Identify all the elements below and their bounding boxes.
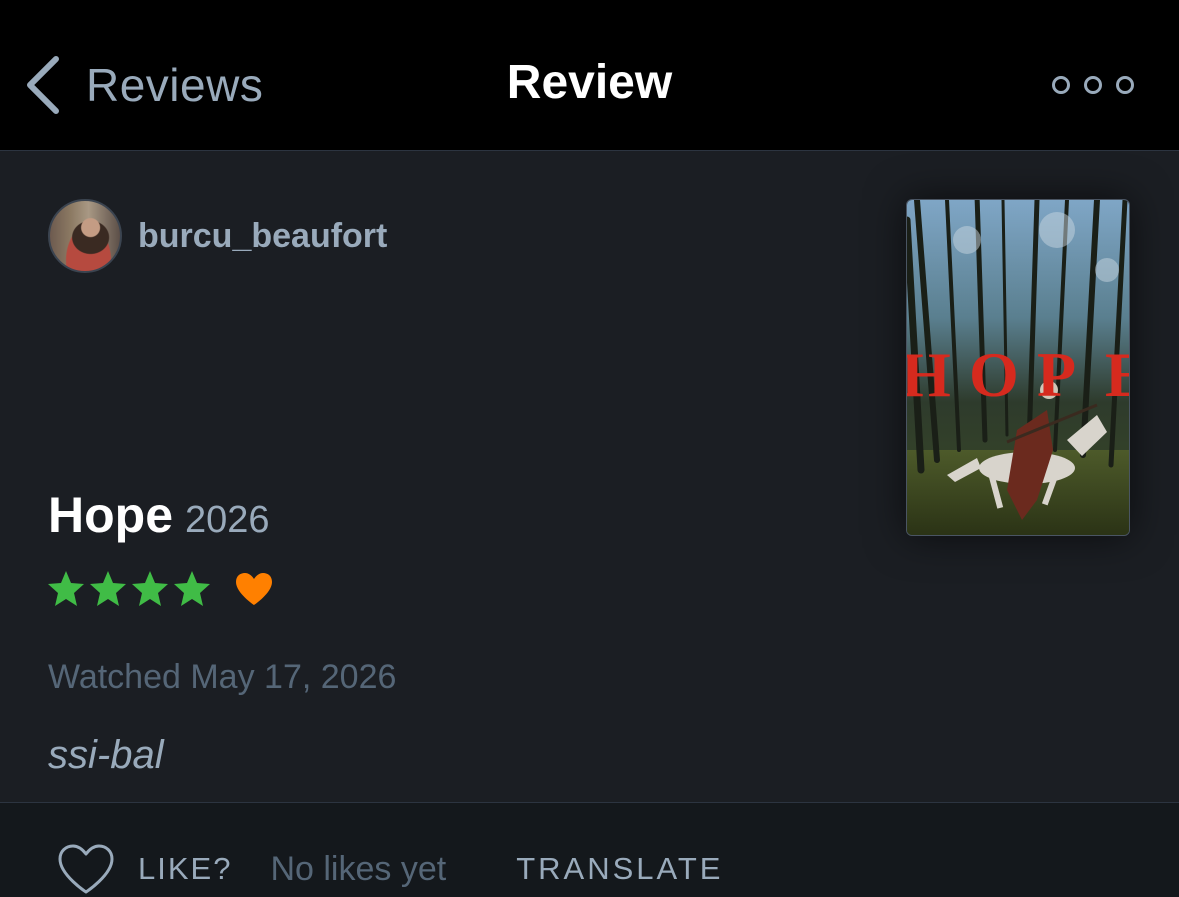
- navbar: Reviews Review: [0, 0, 1179, 151]
- poster-lettering-o: O: [969, 339, 1019, 410]
- dot-icon: [1116, 76, 1134, 94]
- liked-heart-icon: [236, 573, 272, 605]
- heart-outline-icon[interactable]: [56, 843, 116, 895]
- review-body: ssi-bal: [48, 733, 164, 777]
- avatar[interactable]: [48, 199, 122, 273]
- likes-count: No likes yet: [270, 849, 447, 888]
- like-button[interactable]: LIKE?: [138, 851, 232, 887]
- poster-lettering-h: H: [907, 339, 951, 410]
- star-icon: [132, 571, 168, 606]
- poster-lettering-p: P: [1037, 339, 1076, 410]
- poster-lettering-e: E: [1105, 339, 1130, 410]
- star-rating: [46, 569, 274, 609]
- review-content: burcu_beaufort Hope 2026 Watched May 17,…: [0, 151, 1179, 894]
- page-title: Review: [506, 56, 673, 109]
- star-icon: [48, 571, 84, 606]
- reviewer[interactable]: burcu_beaufort: [48, 199, 387, 273]
- film-poster[interactable]: H O P E: [906, 199, 1130, 536]
- dot-icon: [1052, 76, 1070, 94]
- film-title[interactable]: Hope: [48, 486, 173, 544]
- username[interactable]: burcu_beaufort: [138, 217, 387, 256]
- review-actions: LIKE? No likes yet TRANSLATE: [56, 841, 723, 897]
- more-options-icon[interactable]: [1052, 70, 1134, 100]
- poster-image: H O P E: [907, 200, 1130, 535]
- film-year: 2026: [185, 499, 270, 541]
- film-heading[interactable]: Hope 2026: [48, 486, 270, 544]
- watched-date: Watched May 17, 2026: [48, 658, 397, 696]
- star-icon: [174, 571, 210, 606]
- translate-button[interactable]: TRANSLATE: [516, 851, 723, 887]
- star-icon: [90, 571, 126, 606]
- dot-icon: [1084, 76, 1102, 94]
